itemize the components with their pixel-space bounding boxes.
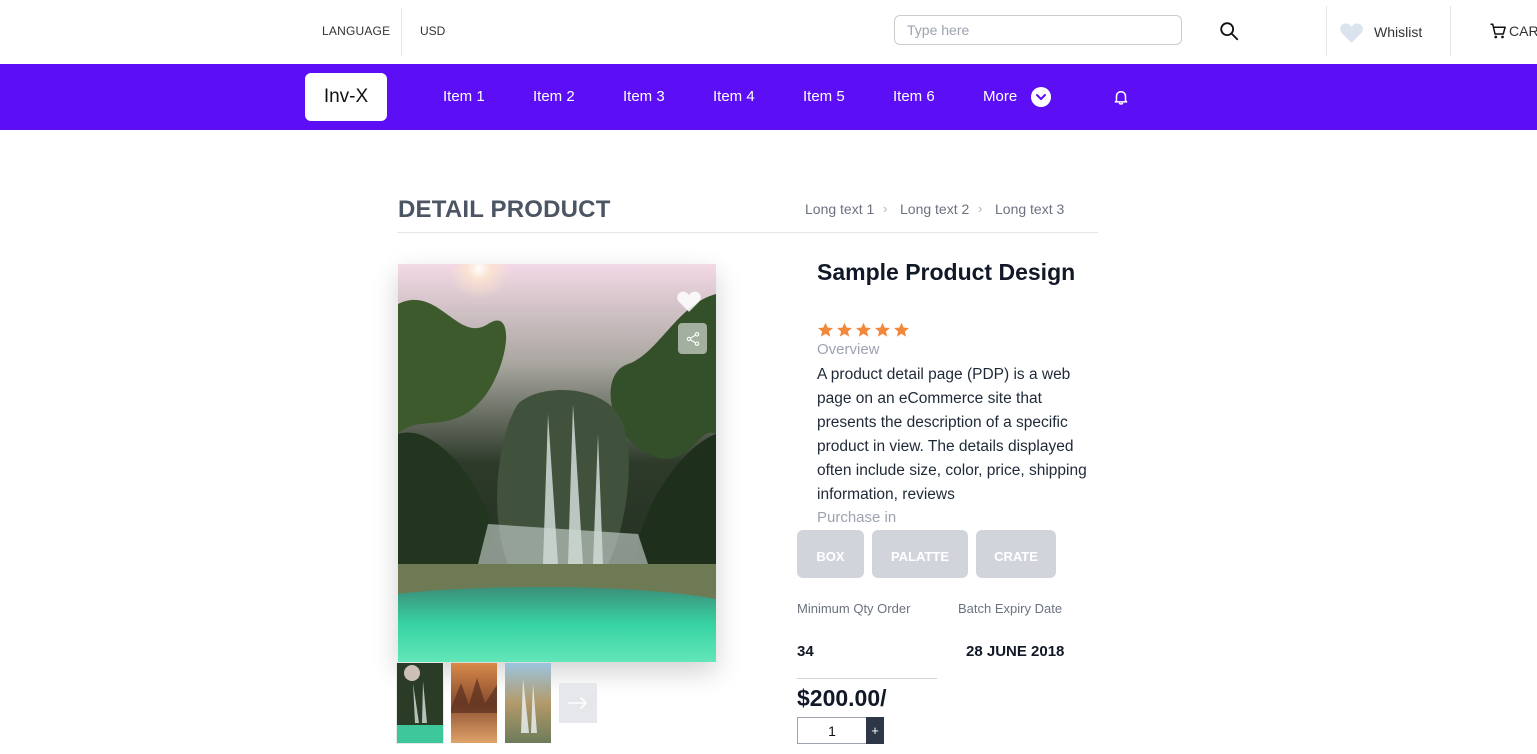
expiry-value: 28 JUNE 2018 <box>966 643 1065 660</box>
product-image <box>398 264 716 662</box>
cart-icon <box>1490 23 1506 39</box>
package-box-button[interactable]: BOX <box>797 530 864 578</box>
product-name: Sample Product Design <box>817 259 1076 285</box>
rating-stars <box>817 322 910 338</box>
currency-selector[interactable]: USD <box>420 24 445 38</box>
divider <box>1326 6 1327 56</box>
search-icon[interactable] <box>1218 20 1240 42</box>
arrow-right-icon[interactable] <box>559 683 597 723</box>
overview-label: Overview <box>817 341 880 358</box>
nav-item-3[interactable]: Item 3 <box>623 88 665 105</box>
product-price: $200.00/ <box>797 685 887 711</box>
language-selector[interactable]: LANGUAGE <box>322 24 390 38</box>
share-icon[interactable] <box>678 323 707 354</box>
thumbnail[interactable] <box>396 662 444 744</box>
thumbnail[interactable] <box>451 663 497 743</box>
cart-label: CART <box>1509 23 1537 39</box>
divider <box>397 232 1098 233</box>
wishlist-link[interactable]: Whislist <box>1339 18 1422 46</box>
nav-item-1[interactable]: Item 1 <box>443 88 485 105</box>
breadcrumb-chevron-icon: › <box>883 201 888 216</box>
divider <box>797 678 937 679</box>
star-icon <box>818 322 833 337</box>
nav-item-6[interactable]: Item 6 <box>893 88 935 105</box>
cart-link[interactable]: CART <box>1489 22 1537 40</box>
thumbnail[interactable] <box>505 663 551 743</box>
waterfall-photo <box>398 264 716 662</box>
quantity-increment-button[interactable]: + <box>866 717 884 744</box>
wishlist-label: Whislist <box>1374 24 1423 40</box>
bell-icon[interactable] <box>1112 88 1130 106</box>
main-nav: Inv-X Item 1 Item 2 Item 3 Item 4 Item 5… <box>0 64 1537 130</box>
heart-icon[interactable] <box>676 289 702 313</box>
star-icon <box>875 322 890 337</box>
quantity-input[interactable] <box>797 717 867 744</box>
chevron-down-icon[interactable] <box>1031 87 1051 107</box>
nav-item-2[interactable]: Item 2 <box>533 88 575 105</box>
search-input[interactable] <box>894 15 1182 45</box>
min-qty-label: Minimum Qty Order <box>797 601 911 616</box>
nav-item-5[interactable]: Item 5 <box>803 88 845 105</box>
package-crate-button[interactable]: CRATE <box>976 530 1056 578</box>
min-qty-value: 34 <box>797 643 814 660</box>
package-palatte-button[interactable]: PALATTE <box>872 530 968 578</box>
breadcrumb-item[interactable]: Long text 1 <box>805 201 874 217</box>
star-icon <box>837 322 852 337</box>
logo[interactable]: Inv-X <box>305 73 387 121</box>
top-bar: LANGUAGE USD Whislist CART <box>0 0 1537 64</box>
breadcrumb-chevron-icon: › <box>978 201 983 216</box>
product-description: A product detail page (PDP) is a web pag… <box>817 366 1087 503</box>
star-icon <box>894 322 909 337</box>
breadcrumb-item[interactable]: Long text 3 <box>995 201 1064 217</box>
heart-icon <box>1340 23 1363 43</box>
divider <box>401 8 402 56</box>
breadcrumb-item[interactable]: Long text 2 <box>900 201 969 217</box>
divider <box>1450 6 1451 56</box>
expiry-label: Batch Expiry Date <box>958 601 1063 616</box>
nav-more[interactable]: More <box>983 88 1017 105</box>
page-title: DETAIL PRODUCT <box>398 196 611 223</box>
purchase-label: Purchase in <box>817 509 897 526</box>
star-icon <box>856 322 871 337</box>
nav-item-4[interactable]: Item 4 <box>713 88 755 105</box>
